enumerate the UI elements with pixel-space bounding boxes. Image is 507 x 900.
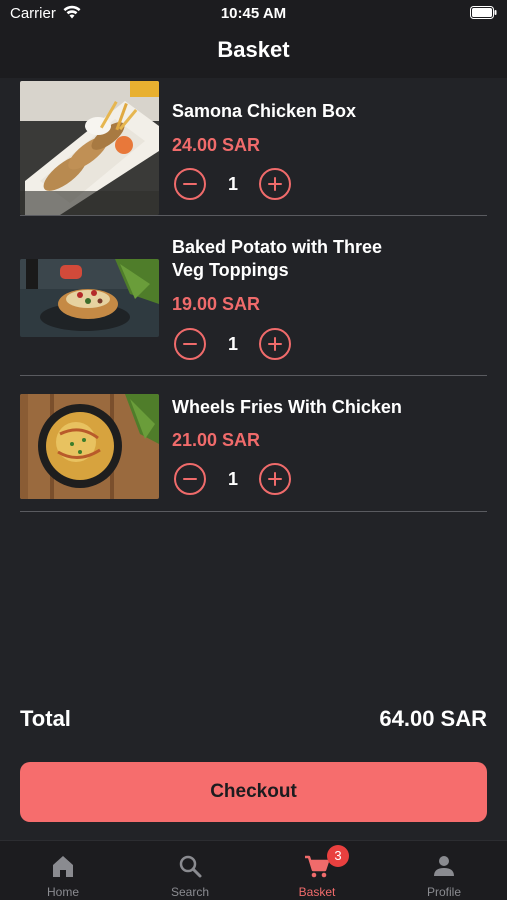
item-price: 21.00 SAR <box>172 430 261 450</box>
decrease-quantity-button[interactable] <box>174 328 206 360</box>
increase-quantity-button[interactable] <box>259 328 291 360</box>
item-name: Samona Chicken Box <box>172 101 357 121</box>
quantity-value: 1 <box>227 469 238 489</box>
item-price: 24.00 SAR <box>172 135 261 155</box>
item-image <box>20 259 159 337</box>
tab-home-label: Home <box>46 885 79 899</box>
item-image <box>20 81 159 215</box>
checkout-button[interactable]: Checkout <box>20 762 487 822</box>
basket-item: Baked Potato with Three Veg Toppings 19.… <box>20 216 487 376</box>
tab-search[interactable]: Search <box>127 841 253 900</box>
item-image <box>20 394 159 499</box>
search-icon <box>179 855 202 878</box>
increase-quantity-button[interactable] <box>259 463 291 495</box>
tab-profile[interactable]: Profile <box>381 841 507 900</box>
item-price: 19.00 SAR <box>172 294 261 314</box>
page-title: Basket <box>217 37 290 62</box>
tab-search-label: Search <box>170 885 210 899</box>
basket-item: Wheels Fries With Chicken 21.00 SAR 1 <box>20 376 487 512</box>
quantity-value: 1 <box>227 174 238 194</box>
decrease-quantity-button[interactable] <box>174 168 206 200</box>
battery-icon <box>470 6 497 19</box>
total-label: Total <box>20 706 71 731</box>
basket-item: Samona Chicken Box 24.00 SAR 1 <box>20 78 487 216</box>
item-name: Wheels Fries With Chicken <box>172 397 402 417</box>
tab-basket-label: Basket <box>298 885 336 899</box>
home-icon <box>53 856 73 877</box>
status-time: 10:45 AM <box>220 5 287 22</box>
increase-quantity-button[interactable] <box>259 168 291 200</box>
item-name: Baked Potato with Three Veg Toppings <box>172 237 383 280</box>
status-bar: Carrier 10:45 AM <box>0 0 507 28</box>
total-value: 64.00 SAR <box>379 706 487 731</box>
cart-badge: 3 <box>327 845 349 867</box>
tab-basket[interactable]: 3 Basket <box>254 841 380 900</box>
tab-home[interactable]: Home <box>0 841 126 900</box>
tab-bar: Home Search 3 Basket Profile <box>0 840 507 900</box>
tab-profile-label: Profile <box>426 885 461 899</box>
checkout-label: Checkout <box>210 781 297 802</box>
person-icon <box>434 856 454 876</box>
nav-header: Basket <box>0 28 507 78</box>
decrease-quantity-button[interactable] <box>174 463 206 495</box>
quantity-value: 1 <box>227 334 238 354</box>
